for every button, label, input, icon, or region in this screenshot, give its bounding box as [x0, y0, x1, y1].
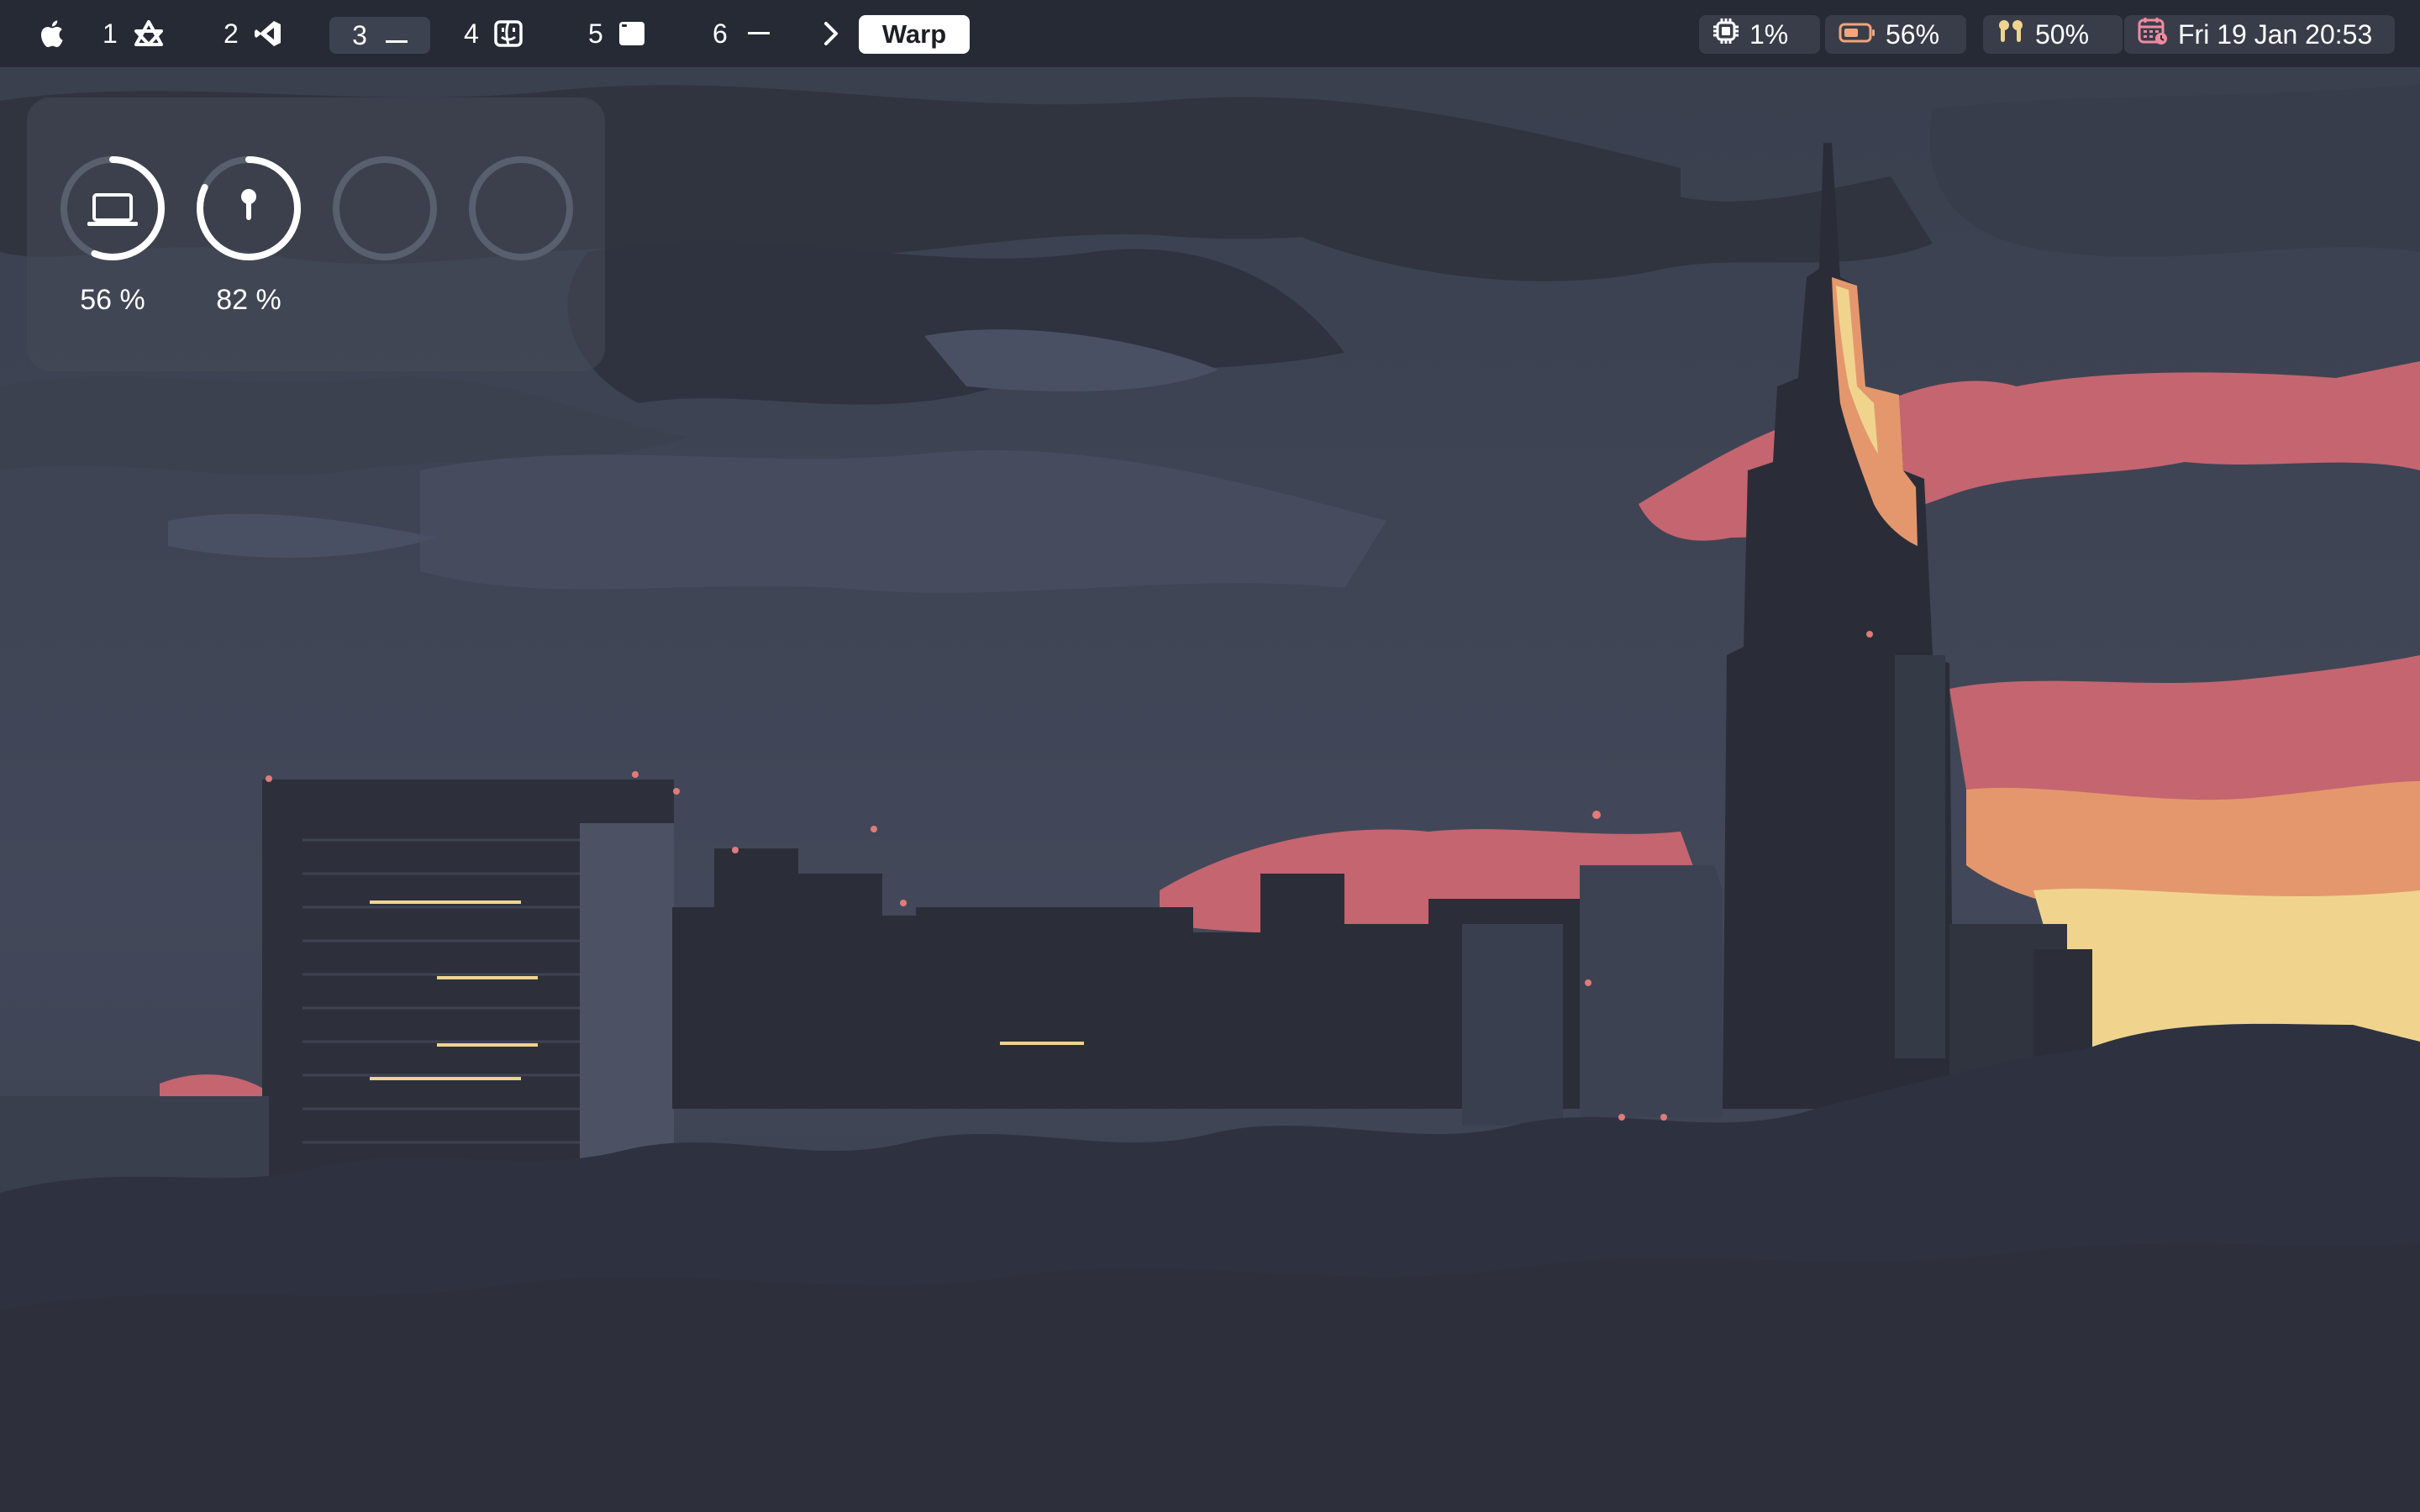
space-number: 2	[224, 18, 239, 49]
space-2[interactable]: 2	[224, 0, 282, 67]
active-app-label[interactable]: Warp	[859, 15, 970, 54]
airpods-value: 50%	[2035, 18, 2090, 50]
cpu-value: 1%	[1749, 18, 1789, 50]
apple-logo-icon[interactable]	[39, 0, 64, 67]
laptop-battery-ring	[60, 156, 165, 260]
cpu-status[interactable]: 1%	[1699, 15, 1820, 54]
battery-icon	[1839, 19, 1876, 50]
dash-icon	[747, 31, 770, 36]
vscode-icon	[254, 19, 282, 48]
window-icon	[618, 21, 645, 46]
space-4[interactable]: 4	[464, 0, 523, 67]
space-3[interactable]: 3	[329, 17, 430, 54]
battery-value: 56%	[1886, 18, 1940, 50]
battery-status[interactable]: 56%	[1825, 15, 1966, 54]
laptop-icon	[87, 193, 138, 226]
empty-battery-ring	[469, 156, 573, 260]
date-time: Fri 19 Jan 20:53	[2178, 18, 2373, 50]
airpod-battery-ring	[197, 156, 301, 260]
empty-battery-ring	[333, 156, 437, 260]
space-number: 4	[464, 18, 479, 49]
space-number: 5	[588, 18, 603, 49]
chevron-right-icon[interactable]	[822, 0, 840, 67]
cpu-icon	[1712, 18, 1739, 51]
finder-icon	[494, 20, 523, 47]
batteries-widget[interactable]: 56 % 82 %	[27, 97, 605, 371]
space-5[interactable]: 5	[588, 0, 645, 67]
affinity-icon	[133, 19, 165, 48]
airpods-status[interactable]: 50%	[1983, 15, 2123, 54]
desktop: 1 2 3 4 5 6 Warp 1% 56% 50% Fri 19 Jan 2…	[0, 0, 2420, 1512]
laptop-battery-label: 56 %	[80, 284, 145, 316]
menu-bar: 1 2 3 4 5 6 Warp 1% 56% 50% Fri 19 Jan 2…	[0, 0, 2420, 67]
space-number: 3	[352, 19, 367, 50]
airpods-icon	[1996, 18, 2025, 50]
calendar-icon	[2138, 17, 2168, 52]
dash-icon	[385, 20, 408, 51]
space-number: 1	[103, 18, 118, 49]
airpod-battery-label: 82 %	[216, 284, 281, 316]
space-number: 6	[713, 18, 728, 49]
airpod-icon	[241, 189, 256, 220]
space-6[interactable]: 6	[713, 0, 770, 67]
clock-status[interactable]: Fri 19 Jan 20:53	[2124, 15, 2395, 54]
space-1[interactable]: 1	[103, 0, 165, 67]
